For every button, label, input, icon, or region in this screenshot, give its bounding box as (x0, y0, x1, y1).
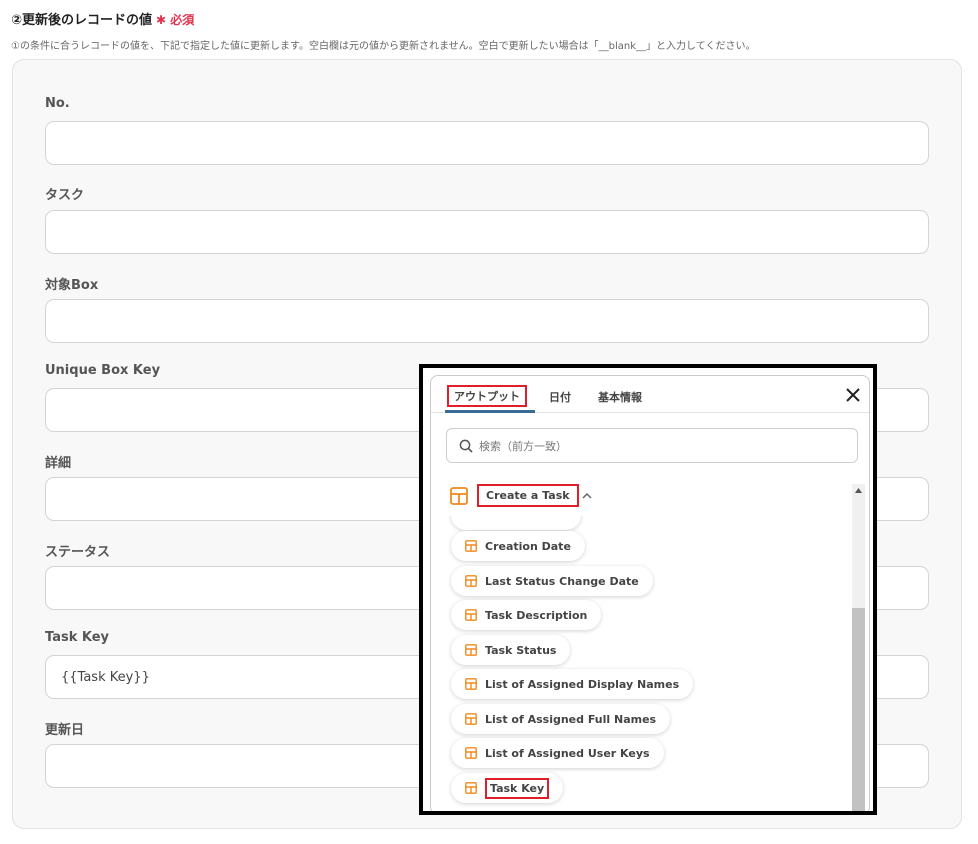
list-item-assigned-display-names[interactable]: List of Assigned Display Names (451, 669, 694, 699)
close-icon (846, 388, 860, 402)
group-label: Create a Task (477, 484, 579, 507)
section-title-text: ②更新後のレコードの値 (11, 13, 153, 28)
list-item-creation-date[interactable]: Creation Date (451, 531, 585, 561)
list-item-label: List of Assigned Full Names (485, 712, 657, 726)
tab-output[interactable]: アウトプット (447, 385, 527, 407)
output-item-list: Creation Date Last Status Change Date Ta… (431, 516, 851, 811)
output-picker-popup: アウトプット 日付 基本情報 検索（前方一致） Create a Task Cr… (430, 375, 870, 811)
section-title: ②更新後のレコードの値 ✱ 必須 (11, 9, 194, 28)
list-item-last-status-change-date[interactable]: Last Status Change Date (451, 566, 653, 596)
field-label-status: ステータス (45, 545, 111, 560)
required-label: 必須 (170, 13, 195, 27)
table-icon (465, 713, 477, 725)
list-item-label: List of Assigned User Keys (485, 746, 650, 760)
list-item-label: Task Description (485, 608, 588, 622)
close-button[interactable] (842, 384, 864, 406)
active-tab-indicator (445, 410, 535, 413)
field-label-unique-box-key: Unique Box Key (45, 363, 161, 378)
chevron-up-icon (582, 492, 592, 499)
list-item-assigned-full-names[interactable]: List of Assigned Full Names (451, 704, 671, 734)
table-icon (465, 747, 477, 759)
table-icon (465, 575, 477, 587)
search-input[interactable]: 検索（前方一致） (446, 428, 858, 463)
field-input-task[interactable] (45, 210, 929, 254)
group-header-create-task[interactable]: Create a Task (450, 484, 592, 507)
list-item-label: Creation Date (485, 539, 571, 553)
popup-tabs: アウトプット 日付 基本情報 (431, 376, 869, 413)
list-item-task-status[interactable]: Task Status (451, 635, 571, 665)
section-description: ①の条件に合うレコードの値を、下記で指定した値に更新します。空白欄は元の値から更… (11, 41, 756, 52)
table-icon (465, 678, 477, 690)
required-badge: ✱ 必須 (156, 13, 195, 27)
field-input-target-box[interactable] (45, 299, 929, 343)
field-label-no: No. (45, 96, 70, 111)
scrollbar-thumb[interactable] (852, 608, 865, 811)
search-placeholder: 検索（前方一致） (479, 439, 567, 453)
list-item-label: Task Status (485, 643, 557, 657)
table-icon (465, 644, 477, 656)
list-item-task-description[interactable]: Task Description (451, 600, 602, 630)
table-icon (450, 486, 468, 505)
field-label-task-key: Task Key (45, 630, 110, 645)
list-item-label: List of Assigned Display Names (485, 677, 680, 691)
tab-basic-info[interactable]: 基本情報 (598, 389, 642, 405)
field-label-details: 詳細 (45, 456, 72, 471)
table-icon (465, 540, 477, 552)
field-input-no[interactable] (45, 121, 929, 165)
table-icon (465, 782, 477, 794)
field-label-updated-date: 更新日 (45, 723, 85, 738)
table-icon (465, 609, 477, 621)
popup-highlight-frame: アウトプット 日付 基本情報 検索（前方一致） Create a Task Cr… (419, 364, 877, 815)
list-item-label: Last Status Change Date (485, 574, 639, 588)
field-label-task: タスク (45, 188, 85, 203)
scroll-up-arrow-icon[interactable] (854, 486, 863, 495)
field-label-target-box: 対象Box (45, 278, 99, 293)
list-item-assigned-user-keys[interactable]: List of Assigned User Keys (451, 738, 664, 768)
list-item-partial[interactable] (451, 516, 581, 530)
tab-date[interactable]: 日付 (549, 389, 571, 405)
search-icon (459, 439, 473, 453)
list-item-task-key[interactable]: Task Key (451, 773, 564, 803)
list-item-label: Task Key (485, 777, 550, 799)
